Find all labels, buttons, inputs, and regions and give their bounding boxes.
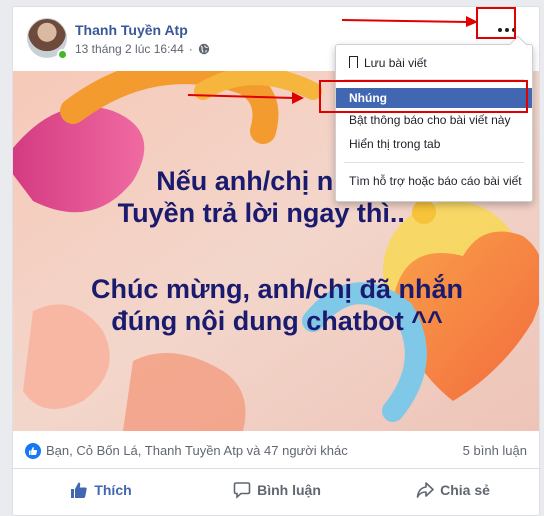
menu-item-save-post[interactable]: Lưu bài viết — [336, 53, 532, 73]
thumbs-up-icon — [71, 482, 88, 498]
post-meta: 13 tháng 2 lúc 16:44 · — [75, 42, 210, 56]
highlight-box-embed — [319, 80, 528, 113]
author-name[interactable]: Thanh Tuyền Atp — [75, 22, 188, 38]
comment-button[interactable]: Bình luận — [189, 470, 365, 510]
post-actions: Thích Bình luận Chia sẻ — [13, 470, 539, 510]
menu-item-show-in-tab[interactable]: Hiển thị trong tab — [336, 134, 532, 154]
red-arrow-icon — [187, 92, 304, 104]
bookmark-icon — [349, 56, 358, 68]
menu-item-turn-on-notifications[interactable]: Bật thông báo cho bài viết này — [336, 110, 532, 130]
menu-divider — [344, 162, 524, 163]
like-reaction-icon[interactable] — [25, 443, 41, 459]
globe-icon — [198, 43, 209, 55]
online-status-dot — [57, 49, 68, 60]
menu-item-find-support[interactable]: Tìm hỗ trợ hoặc báo cáo bài viết — [336, 171, 532, 191]
post-stats: Bạn, Cỏ Bốn Lá, Thanh Tuyền Atp và 47 ng… — [13, 431, 539, 469]
share-icon — [416, 482, 434, 498]
post-timestamp[interactable]: 13 tháng 2 lúc 16:44 — [75, 42, 184, 56]
post-text-line: Chúc mừng, anh/chị đã nhắn — [90, 274, 464, 304]
post-text-line: đúng nội dung chatbot ^^ — [111, 306, 443, 336]
reactors-summary[interactable]: Bạn, Cỏ Bốn Lá, Thanh Tuyền Atp và 47 ng… — [46, 443, 348, 458]
comments-count[interactable]: 5 bình luận — [463, 443, 527, 458]
red-arrow-icon — [341, 16, 478, 27]
post-options-menu: Lưu bài viết Nhúng Bật thông báo cho bài… — [335, 35, 533, 202]
share-button[interactable]: Chia sẻ — [365, 470, 539, 510]
like-button[interactable]: Thích — [13, 470, 189, 510]
highlight-box-more-button — [476, 7, 516, 39]
laughing-emoji-icon — [412, 199, 437, 224]
comment-label: Bình luận — [257, 482, 321, 498]
like-label: Thích — [94, 482, 132, 498]
share-label: Chia sẻ — [440, 482, 490, 498]
comment-icon — [233, 482, 251, 499]
